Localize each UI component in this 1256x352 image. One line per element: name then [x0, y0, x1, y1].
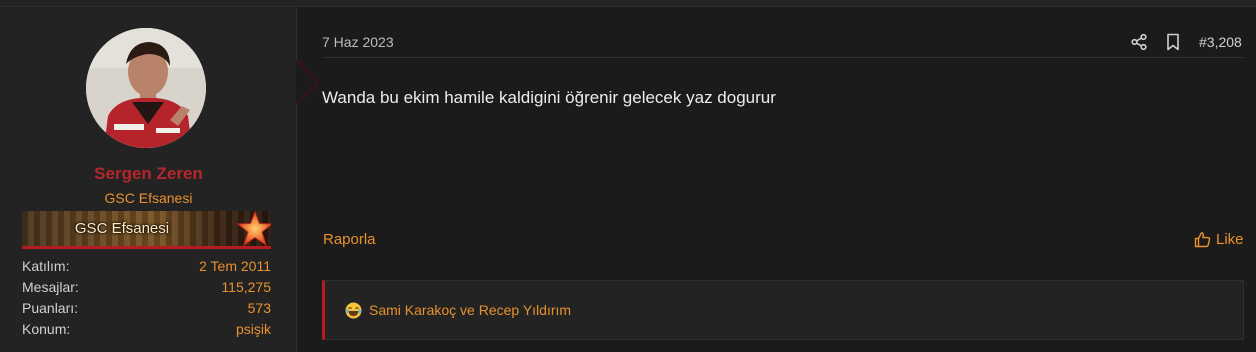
star-icon — [236, 211, 271, 246]
stat-value[interactable]: 573 — [248, 300, 271, 316]
banner-label: GSC Efsanesi — [74, 220, 170, 237]
username[interactable]: Sergen Zeren — [0, 164, 297, 184]
stat-value: 2 Tem 2011 — [199, 258, 271, 274]
stat-value[interactable]: 115,275 — [221, 279, 271, 295]
message-arrow-fill — [296, 60, 316, 104]
post-body: Wanda bu ekim hamile kaldigini öğrenir g… — [322, 88, 776, 107]
thumbs-up-icon — [1194, 231, 1211, 247]
post-header-divider — [322, 57, 1244, 58]
report-link[interactable]: Raporla — [323, 231, 376, 248]
user-stats: Katılım: 2 Tem 2011 Mesajlar: 115,275 Pu… — [22, 256, 271, 340]
user-title: GSC Efsanesi — [104, 190, 193, 206]
reactions-bar[interactable]: Sami Karakoç ve Recep Yıldırım — [322, 280, 1244, 340]
user-banner: GSC Efsanesi — [22, 211, 271, 249]
stat-label: Puanları: — [22, 300, 79, 316]
stat-row-messages: Mesajlar: 115,275 — [22, 277, 271, 298]
stat-label: Konum: — [22, 321, 71, 337]
post-number-link[interactable]: #3,208 — [1199, 34, 1242, 50]
share-icon[interactable] — [1130, 33, 1148, 51]
like-label: Like — [1216, 230, 1244, 248]
stat-label: Mesajlar: — [22, 279, 79, 295]
stat-value[interactable]: psişik — [236, 321, 271, 337]
stat-row-points: Puanları: 573 — [22, 298, 271, 319]
top-bar — [0, 0, 1256, 7]
stat-label: Katılım: — [22, 258, 70, 274]
avatar-image — [86, 28, 206, 148]
reaction-users[interactable]: Sami Karakoç ve Recep Yıldırım — [369, 302, 571, 318]
laughing-emoji-icon — [345, 302, 362, 319]
stat-row-joined: Katılım: 2 Tem 2011 — [22, 256, 271, 277]
avatar[interactable] — [86, 28, 206, 148]
like-button[interactable]: Like — [1194, 229, 1244, 249]
post-date[interactable]: 7 Haz 2023 — [322, 34, 394, 50]
bookmark-icon[interactable] — [1165, 33, 1181, 51]
stat-row-location: Konum: psişik — [22, 319, 271, 340]
